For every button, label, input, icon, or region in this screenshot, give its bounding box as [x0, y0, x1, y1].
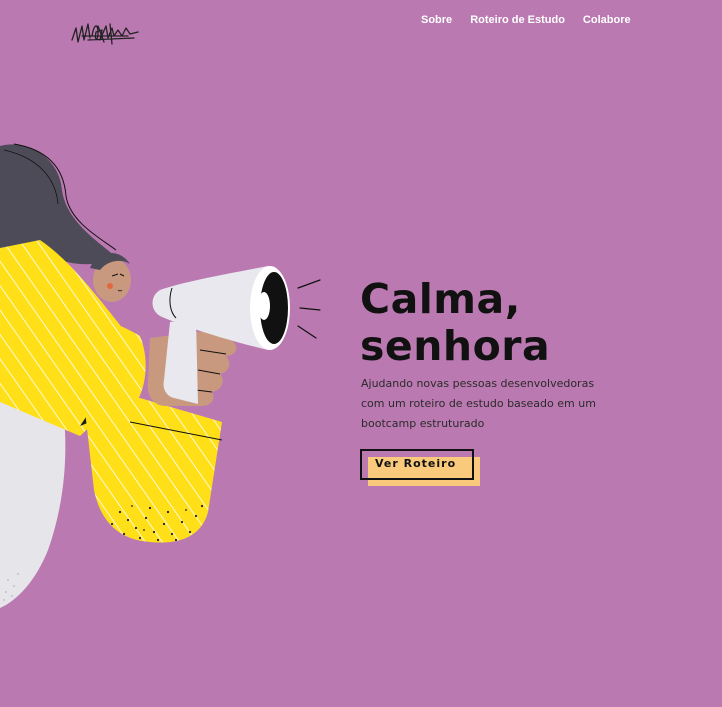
- hero-title-line2: senhora: [360, 322, 551, 370]
- main-nav: Sobre Roteiro de Estudo Colabore: [421, 14, 631, 26]
- hero-subtitle: Ajudando novas pessoas desenvolvedoras c…: [361, 377, 596, 430]
- woman-megaphone-illustration: [0, 143, 321, 608]
- logo-icon[interactable]: [68, 14, 144, 48]
- nav-link-colabore[interactable]: Colabore: [583, 14, 631, 26]
- nav-link-roteiro-de-estudo[interactable]: Roteiro de Estudo: [470, 14, 565, 26]
- cta-container: Ver Roteiro: [360, 449, 482, 487]
- ver-roteiro-button[interactable]: Ver Roteiro: [360, 449, 474, 480]
- nav-link-sobre[interactable]: Sobre: [421, 14, 452, 26]
- hero-title: Calma, senhora: [360, 276, 550, 370]
- hero-title-line1: Calma,: [360, 275, 521, 323]
